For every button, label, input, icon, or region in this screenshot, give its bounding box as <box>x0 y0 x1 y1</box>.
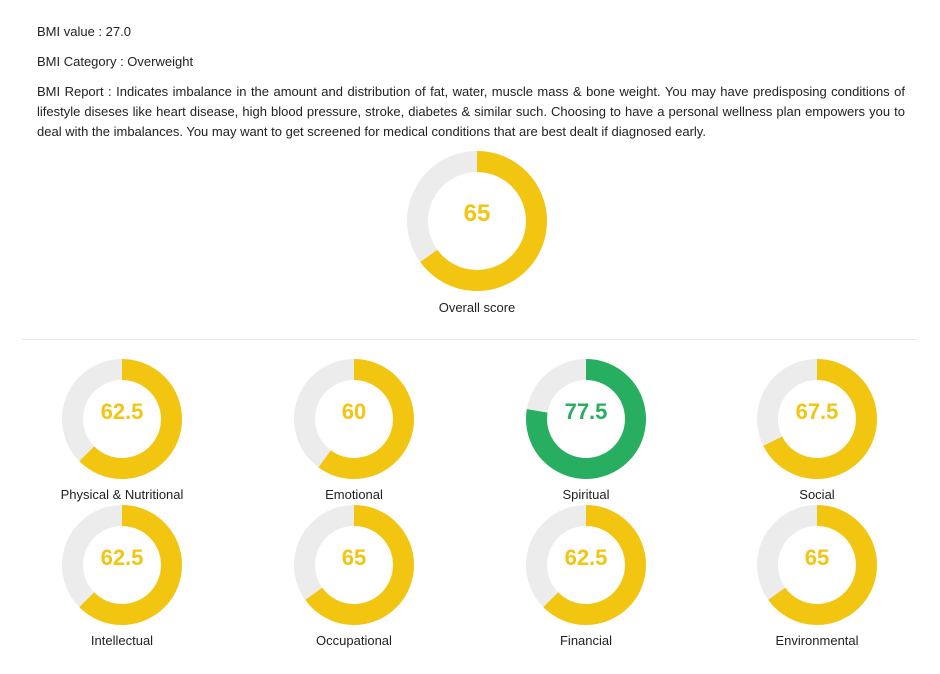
gauge-label-occupational: Occupational <box>316 633 392 648</box>
donut-intellectual: 62.5 <box>62 505 182 625</box>
overall-score-label: Overall score <box>438 300 516 315</box>
gauge-spiritual-value: 77.5 <box>565 399 608 424</box>
gauge-financial-value: 62.5 <box>565 545 608 570</box>
donut-environmental: 65 <box>757 505 877 625</box>
gauge-physical-and-nutritional-value: 62.5 <box>101 399 144 424</box>
gauge-label-physical-and-nutritional: Physical & Nutritional <box>60 487 184 502</box>
gauge-intellectual-value: 62.5 <box>101 545 144 570</box>
bmi-value-line: BMI value : 27.0 <box>37 24 131 39</box>
gauge-occupational: 65 Occupational <box>254 505 454 649</box>
gauge-label-social: Social <box>799 487 835 502</box>
bmi-section: BMI value : 27.0 BMI Category : Overweig… <box>37 22 905 142</box>
donut-physical-and-nutritional: 62.5 <box>62 359 182 479</box>
gauge-social: 67.5 Social <box>717 359 917 503</box>
overall-score-gauge: 65 Overall score <box>377 151 577 316</box>
overall-score-value: 65 <box>464 200 491 227</box>
gauge-environmental: 65 Environmental <box>717 505 917 649</box>
gauge-occupational-value: 65 <box>342 545 366 570</box>
gauge-emotional: 60 Emotional <box>254 359 454 503</box>
gauge-label-spiritual: Spiritual <box>562 487 610 502</box>
gauge-emotional-value: 60 <box>342 399 366 424</box>
donut-occupational: 65 <box>294 505 414 625</box>
gauge-spiritual: 77.5 Spiritual <box>486 359 686 503</box>
section-divider <box>22 339 918 340</box>
gauge-social-value: 67.5 <box>796 399 839 424</box>
donut-emotional: 60 <box>294 359 414 479</box>
gauge-label-emotional: Emotional <box>325 487 383 502</box>
overall-score-donut: 65 <box>407 151 547 291</box>
gauge-physical-and-nutritional: 62.5 Physical & Nutritional <box>22 359 222 503</box>
gauge-label-financial: Financial <box>559 633 613 648</box>
gauge-financial: 62.5 Financial <box>486 505 686 649</box>
gauge-environmental-value: 65 <box>805 545 829 570</box>
bmi-report-text: BMI Report : Indicates imbalance in the … <box>37 84 905 139</box>
donut-financial: 62.5 <box>526 505 646 625</box>
donut-spiritual: 77.5 <box>526 359 646 479</box>
donut-social: 67.5 <box>757 359 877 479</box>
bmi-category-line: BMI Category : Overweight <box>37 54 194 69</box>
gauge-label-environmental: Environmental <box>775 633 859 648</box>
gauge-intellectual: 62.5 Intellectual <box>22 505 222 649</box>
gauge-label-intellectual: Intellectual <box>90 633 154 648</box>
